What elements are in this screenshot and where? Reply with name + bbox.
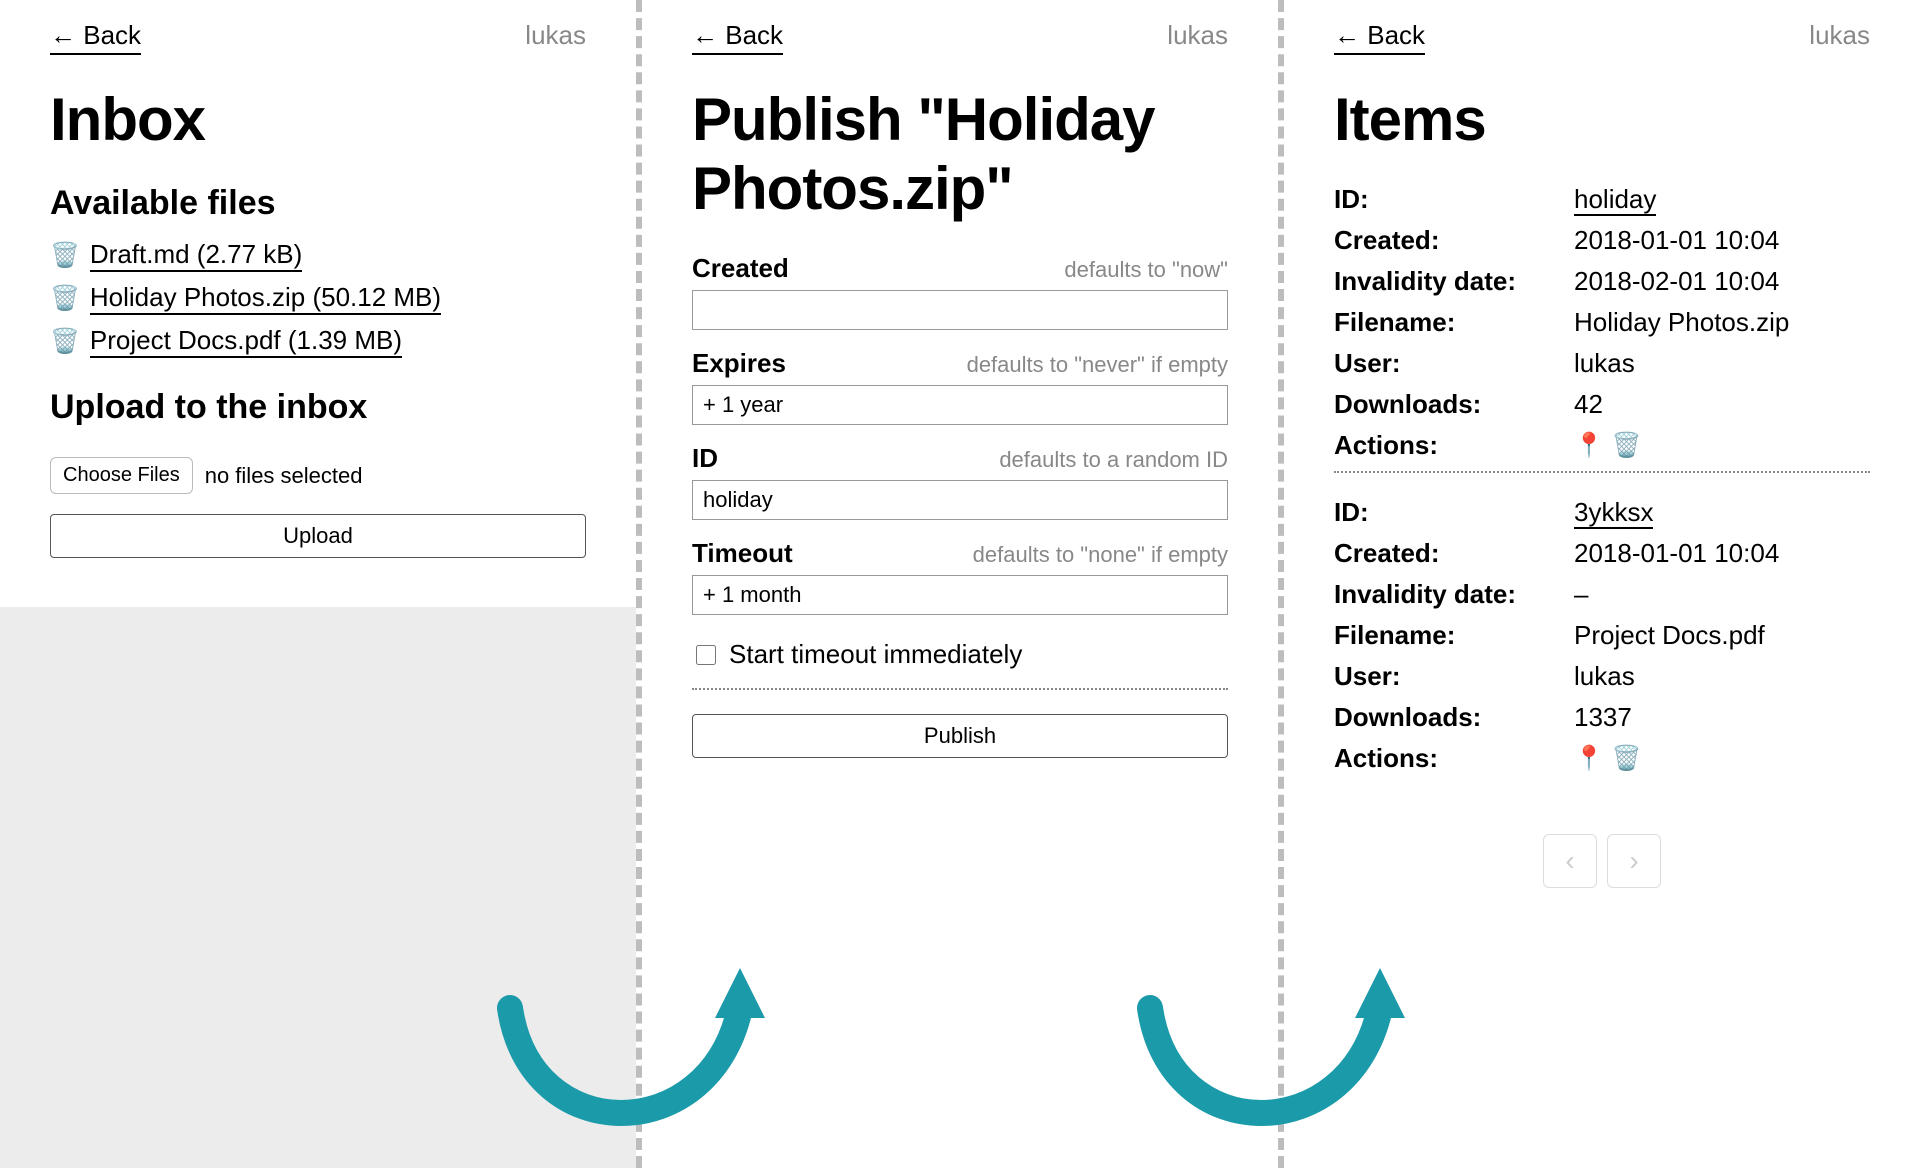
trash-icon[interactable]: 🗑️ [1612, 431, 1642, 460]
downloads-key: Downloads: [1334, 702, 1574, 733]
file-link[interactable]: Draft.md (2.77 kB) [90, 239, 302, 272]
actions-key: Actions: [1334, 743, 1574, 774]
back-link[interactable]: ← Back [692, 20, 783, 55]
pager-next-button[interactable]: › [1607, 834, 1661, 888]
filename-key: Filename: [1334, 307, 1574, 338]
filename-value: Holiday Photos.zip [1574, 307, 1870, 338]
username-label: lukas [1167, 20, 1228, 51]
item-block: ID:3ykksxCreated:2018-01-01 10:04Invalid… [1334, 497, 1870, 774]
created-label: Created [692, 253, 789, 284]
file-row: 🗑️ Project Docs.pdf (1.39 MB) [50, 325, 586, 358]
user-key: User: [1334, 348, 1574, 379]
created-value: 2018-01-01 10:04 [1574, 538, 1870, 569]
id-key: ID: [1334, 497, 1574, 528]
id-hint: defaults to a random ID [999, 447, 1228, 473]
page-title: Publish "Holiday Photos.zip" [692, 85, 1228, 223]
start-timeout-label: Start timeout immediately [729, 639, 1022, 670]
file-link[interactable]: Project Docs.pdf (1.39 MB) [90, 325, 402, 358]
file-row: 🗑️ Draft.md (2.77 kB) [50, 239, 586, 272]
upload-button[interactable]: Upload [50, 514, 586, 558]
back-link[interactable]: ← Back [1334, 20, 1425, 55]
pin-icon[interactable]: 📍 [1574, 431, 1604, 460]
timeout-label: Timeout [692, 538, 793, 569]
page-title: Items [1334, 85, 1870, 154]
expires-label: Expires [692, 348, 786, 379]
start-timeout-checkbox-row[interactable]: Start timeout immediately [692, 639, 1228, 670]
id-key: ID: [1334, 184, 1574, 215]
user-value: lukas [1574, 348, 1870, 379]
filename-value: Project Docs.pdf [1574, 620, 1870, 651]
choose-files-button[interactable]: Choose Files [50, 457, 193, 494]
id-label: ID [692, 443, 718, 474]
items-panel: ← Back lukas Items ID:holidayCreated:201… [1284, 0, 1920, 1168]
item-id-link[interactable]: 3ykksx [1574, 497, 1653, 529]
divider-line [692, 688, 1228, 690]
username-label: lukas [1809, 20, 1870, 51]
trash-icon[interactable]: 🗑️ [50, 241, 80, 270]
trash-icon[interactable]: 🗑️ [50, 327, 80, 356]
created-value: 2018-01-01 10:04 [1574, 225, 1870, 256]
start-timeout-checkbox[interactable] [696, 645, 716, 665]
expires-hint: defaults to "never" if empty [967, 352, 1228, 378]
downloads-value: 42 [1574, 389, 1870, 420]
id-input[interactable] [692, 480, 1228, 520]
user-value: lukas [1574, 661, 1870, 692]
user-key: User: [1334, 661, 1574, 692]
invalid-key: Invalidity date: [1334, 579, 1574, 610]
upload-heading: Upload to the inbox [50, 388, 586, 427]
invalid-value: 2018-02-01 10:04 [1574, 266, 1870, 297]
filename-key: Filename: [1334, 620, 1574, 651]
available-files-heading: Available files [50, 184, 586, 223]
trash-icon[interactable]: 🗑️ [1612, 744, 1642, 773]
invalid-value: – [1574, 579, 1870, 610]
item-block: ID:holidayCreated:2018-01-01 10:04Invali… [1334, 184, 1870, 473]
invalid-key: Invalidity date: [1334, 266, 1574, 297]
pager-prev-button[interactable]: ‹ [1543, 834, 1597, 888]
inbox-panel: ← Back lukas Inbox Available files 🗑️ Dra… [0, 0, 636, 1168]
timeout-hint: defaults to "none" if empty [973, 542, 1228, 568]
file-link[interactable]: Holiday Photos.zip (50.12 MB) [90, 282, 441, 315]
trash-icon[interactable]: 🗑️ [50, 284, 80, 313]
page-title: Inbox [50, 85, 586, 154]
username-label: lukas [525, 20, 586, 51]
pin-icon[interactable]: 📍 [1574, 744, 1604, 773]
item-id-link[interactable]: holiday [1574, 184, 1656, 216]
created-hint: defaults to "now" [1064, 257, 1228, 283]
item-divider [1334, 471, 1870, 473]
expires-input[interactable] [692, 385, 1228, 425]
no-files-label: no files selected [205, 463, 363, 489]
created-input[interactable] [692, 290, 1228, 330]
actions-key: Actions: [1334, 430, 1574, 461]
file-row: 🗑️ Holiday Photos.zip (50.12 MB) [50, 282, 586, 315]
publish-button[interactable]: Publish [692, 714, 1228, 758]
created-key: Created: [1334, 225, 1574, 256]
timeout-input[interactable] [692, 575, 1228, 615]
created-key: Created: [1334, 538, 1574, 569]
publish-panel: ← Back lukas Publish "Holiday Photos.zip… [642, 0, 1278, 1168]
downloads-value: 1337 [1574, 702, 1870, 733]
back-link[interactable]: ← Back [50, 20, 141, 55]
downloads-key: Downloads: [1334, 389, 1574, 420]
file-list: 🗑️ Draft.md (2.77 kB) 🗑️ Holiday Photos.zip… [50, 239, 586, 358]
